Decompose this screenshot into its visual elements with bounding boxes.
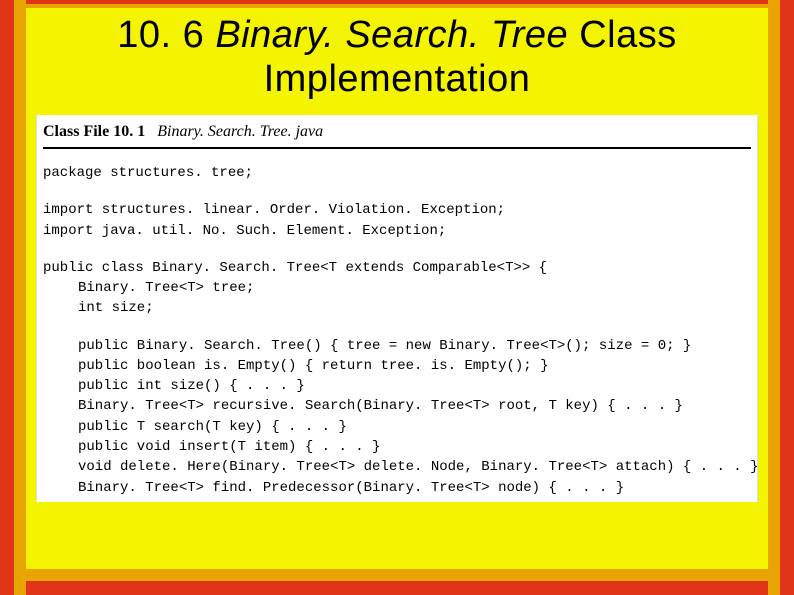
code-line: void delete. Here(Binary. Tree<T> delete…: [43, 457, 751, 477]
code-line: Binary. Tree<T> tree;: [43, 278, 751, 298]
code-blank: [43, 184, 751, 201]
code-line: public void insert(T item) { . . . }: [43, 437, 751, 457]
code-blank: [43, 319, 751, 336]
code-line: Binary. Tree<T> find. Predecessor(Binary…: [43, 478, 751, 498]
slide-frame: 10. 6 Binary. Search. Tree Class Impleme…: [0, 0, 794, 595]
code-line: public class Binary. Search. Tree<T exte…: [43, 260, 547, 276]
source-code: package structures. tree; import structu…: [37, 163, 757, 498]
code-line: import java. util. No. Such. Element. Ex…: [43, 223, 446, 239]
code-panel: Class File 10. 1 Binary. Search. Tree. j…: [36, 115, 758, 502]
file-header-label: Class File 10. 1: [43, 123, 145, 140]
title-after: Class: [579, 14, 677, 56]
code-line: import structures. linear. Order. Violat…: [43, 202, 505, 218]
code-line: public Binary. Search. Tree() { tree = n…: [43, 336, 751, 356]
code-line: int size;: [43, 298, 751, 318]
file-header-filename: Binary. Search. Tree. java: [157, 123, 323, 140]
title-class-name: Binary. Search. Tree: [215, 14, 568, 56]
slide-content: 10. 6 Binary. Search. Tree Class Impleme…: [26, 8, 768, 569]
title-section: 10. 6: [117, 14, 204, 56]
code-line: public boolean is. Empty() { return tree…: [43, 356, 751, 376]
slide-title: 10. 6 Binary. Search. Tree Class Impleme…: [26, 8, 768, 101]
code-line: package structures. tree;: [43, 165, 253, 181]
code-line: public T search(T key) { . . . }: [43, 417, 751, 437]
code-line: Binary. Tree<T> recursive. Search(Binary…: [43, 396, 751, 416]
title-line2: Implementation: [264, 58, 531, 100]
header-rule: [43, 147, 751, 149]
class-file-header: Class File 10. 1 Binary. Search. Tree. j…: [37, 121, 757, 147]
code-blank: [43, 241, 751, 258]
code-line: public int size() { . . . }: [43, 376, 751, 396]
